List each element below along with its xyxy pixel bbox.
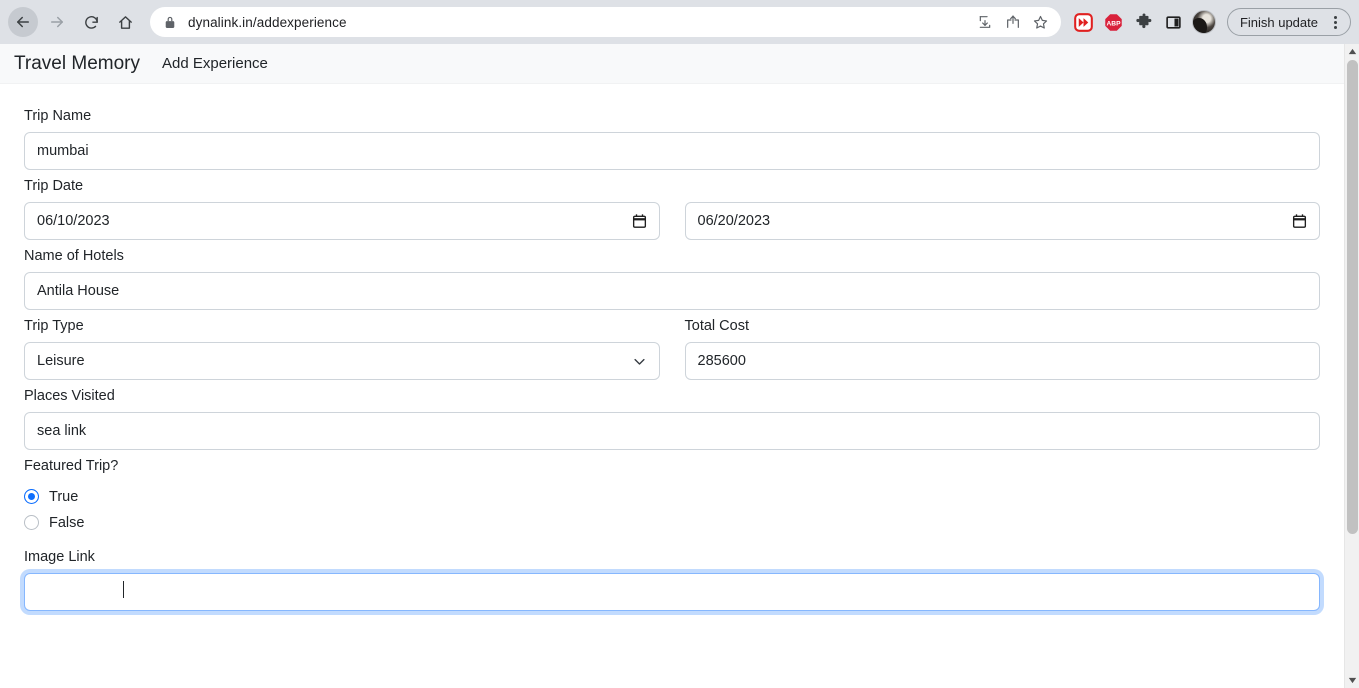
text-caret — [123, 581, 124, 598]
page-viewport: Travel Memory Add Experience Trip Name m… — [0, 44, 1359, 688]
trip-date-end-value: 06/20/2023 — [697, 213, 771, 229]
share-icon[interactable] — [999, 8, 1027, 36]
svg-text:ABP: ABP — [1107, 20, 1122, 27]
home-button[interactable] — [110, 7, 140, 37]
featured-trip-label: Featured Trip? — [24, 458, 119, 474]
finish-update-button[interactable]: Finish update — [1226, 8, 1351, 36]
trip-date-end-col: 06/20/2023 — [684, 202, 1320, 240]
trip-date-label: Trip Date — [24, 178, 84, 194]
field-places-visited: Places Visited sea link — [24, 388, 1320, 450]
total-cost-input[interactable]: 285600 — [684, 342, 1320, 380]
field-trip-type: Trip Type Leisure — [24, 318, 660, 380]
adblock-plus-extension-icon[interactable]: ABP — [1099, 7, 1129, 37]
field-image-link: Image Link — [24, 549, 1320, 611]
extensions-puzzle-icon[interactable] — [1129, 7, 1159, 37]
featured-trip-option-true[interactable]: True — [24, 484, 1320, 509]
field-hotels: Name of Hotels Antila House — [24, 248, 1320, 310]
reload-button[interactable] — [76, 7, 106, 37]
forward-arrow-icon — [48, 13, 66, 31]
places-visited-input[interactable]: sea link — [24, 412, 1320, 450]
omnibox-actions — [971, 8, 1055, 36]
site-navbar: Travel Memory Add Experience — [0, 44, 1344, 84]
hotels-label: Name of Hotels — [24, 248, 124, 264]
scrollbar-thumb[interactable] — [1347, 60, 1358, 534]
field-trip-name: Trip Name mumbai — [24, 108, 1320, 170]
scroll-up-arrow-icon[interactable] — [1345, 44, 1359, 59]
side-panel-icon[interactable] — [1159, 7, 1189, 37]
lock-icon — [164, 15, 176, 29]
extension-icons: ABP — [1069, 7, 1219, 37]
field-total-cost: Total Cost 285600 — [684, 318, 1320, 380]
reload-icon — [83, 14, 100, 31]
trip-type-cost-row: Trip Type Leisure Total Cost 285600 — [24, 318, 1320, 388]
trip-date-start-value: 06/10/2023 — [37, 213, 110, 229]
hotels-input[interactable]: Antila House — [24, 272, 1320, 310]
places-visited-value: sea link — [37, 423, 87, 439]
radio-true-label: True — [49, 488, 79, 505]
back-arrow-icon — [14, 13, 32, 31]
radio-false[interactable] — [24, 515, 39, 530]
trip-name-label: Trip Name — [24, 108, 92, 124]
url-text: dynalink.in/addexperience — [188, 14, 347, 30]
trip-type-label: Trip Type — [24, 318, 84, 334]
nav-link-add-experience[interactable]: Add Experience — [162, 55, 268, 72]
avatar[interactable] — [1189, 7, 1219, 37]
browser-toolbar: dynalink.in/addexperience ABP Finish upd… — [0, 0, 1359, 44]
page-content: Travel Memory Add Experience Trip Name m… — [0, 44, 1344, 688]
total-cost-value: 285600 — [697, 353, 746, 369]
trip-name-input[interactable]: mumbai — [24, 132, 1320, 170]
radio-true[interactable] — [24, 489, 39, 504]
featured-trip-option-false[interactable]: False — [24, 510, 1320, 535]
field-featured-trip: Featured Trip? True False — [24, 458, 1320, 535]
install-app-icon[interactable] — [971, 8, 999, 36]
hotels-value: Antila House — [37, 283, 120, 299]
experience-form: Trip Name mumbai Trip Date 06/10/2023 06… — [0, 84, 1344, 611]
calendar-icon[interactable] — [632, 213, 647, 229]
trip-date-start-input[interactable]: 06/10/2023 — [24, 202, 660, 240]
finish-update-label: Finish update — [1239, 14, 1318, 30]
scroll-down-arrow-icon[interactable] — [1345, 673, 1359, 688]
three-dot-menu-icon[interactable] — [1324, 15, 1346, 29]
home-icon — [117, 14, 134, 31]
places-visited-label: Places Visited — [24, 388, 115, 404]
trip-date-row: 06/10/2023 06/20/2023 — [24, 202, 1320, 240]
trip-type-select[interactable]: Leisure — [24, 342, 660, 380]
fast-forward-extension-icon[interactable] — [1069, 7, 1099, 37]
forward-button[interactable] — [42, 7, 72, 37]
trip-type-value: Leisure — [37, 353, 85, 369]
trip-name-value: mumbai — [37, 143, 89, 159]
calendar-icon[interactable] — [1292, 213, 1307, 229]
address-bar[interactable]: dynalink.in/addexperience — [150, 7, 1061, 37]
total-cost-label: Total Cost — [684, 318, 749, 334]
page-scrollbar[interactable] — [1344, 44, 1359, 688]
bookmark-star-icon[interactable] — [1027, 8, 1055, 36]
field-trip-date: Trip Date 06/10/2023 06/20/2023 — [24, 178, 1320, 240]
chevron-down-icon — [632, 354, 647, 369]
trip-date-end-input[interactable]: 06/20/2023 — [684, 202, 1320, 240]
brand-title[interactable]: Travel Memory — [14, 53, 140, 75]
radio-false-label: False — [49, 514, 85, 531]
trip-date-start-col: 06/10/2023 — [24, 202, 660, 240]
profile-avatar-image — [1191, 10, 1216, 34]
image-link-label: Image Link — [24, 549, 95, 565]
image-link-input[interactable] — [24, 573, 1320, 611]
back-button[interactable] — [8, 7, 38, 37]
